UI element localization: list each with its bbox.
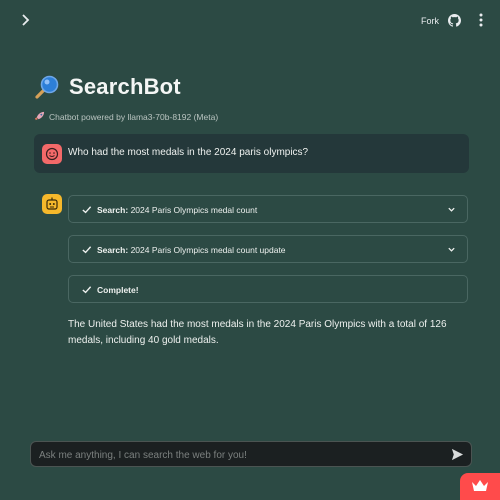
chevron-down-icon[interactable] — [447, 205, 456, 214]
complete-text: Complete! — [97, 285, 139, 295]
chat-input-container — [30, 441, 472, 467]
assistant-answer: The United States had the most medals in… — [68, 319, 447, 346]
send-icon[interactable] — [451, 448, 464, 461]
crown-icon — [472, 480, 488, 491]
top-bar: Fork — [0, 0, 500, 40]
step-prefix: Search: — [97, 205, 129, 215]
search-step-expander[interactable]: Search: 2024 Paris Olympics medal count — [68, 195, 468, 223]
user-message: Who had the most medals in the 2024 pari… — [34, 134, 469, 173]
caption-text: Chatbot powered by llama3-70b-8192 (Meta… — [49, 111, 219, 122]
magnifier-icon — [35, 75, 59, 99]
page-header: SearchBot — [34, 70, 181, 104]
github-icon[interactable] — [448, 14, 461, 27]
step-text: 2024 Paris Olympics medal count update — [130, 245, 286, 255]
step-prefix: Search: — [97, 245, 129, 255]
user-message-text: Who had the most medals in the 2024 pari… — [68, 147, 309, 158]
search-step-expander[interactable]: Search: 2024 Paris Olympics medal count … — [68, 235, 468, 263]
page-title: SearchBot — [69, 74, 181, 99]
check-icon — [82, 246, 92, 254]
user-avatar — [42, 144, 62, 164]
streamlit-badge-button[interactable] — [460, 473, 500, 500]
rocket-icon — [34, 111, 45, 121]
step-label: Search: 2024 Paris Olympics medal count — [97, 205, 257, 215]
bot-avatar — [42, 194, 62, 214]
check-icon — [82, 206, 92, 214]
caption: Chatbot powered by llama3-70b-8192 (Meta… — [34, 111, 218, 122]
chat-input[interactable] — [37, 446, 441, 464]
chevron-right-icon[interactable] — [18, 12, 34, 28]
check-icon — [82, 286, 92, 294]
fork-button[interactable]: Fork — [421, 16, 439, 26]
step-label: Complete! — [97, 285, 139, 295]
chevron-down-icon[interactable] — [447, 245, 456, 254]
complete-status: Complete! — [68, 275, 468, 303]
step-text: 2024 Paris Olympics medal count — [130, 205, 258, 215]
step-label: Search: 2024 Paris Olympics medal count … — [97, 245, 286, 255]
robot-icon — [46, 197, 58, 210]
smiley-icon — [45, 147, 59, 161]
more-vertical-icon[interactable] — [475, 13, 487, 27]
